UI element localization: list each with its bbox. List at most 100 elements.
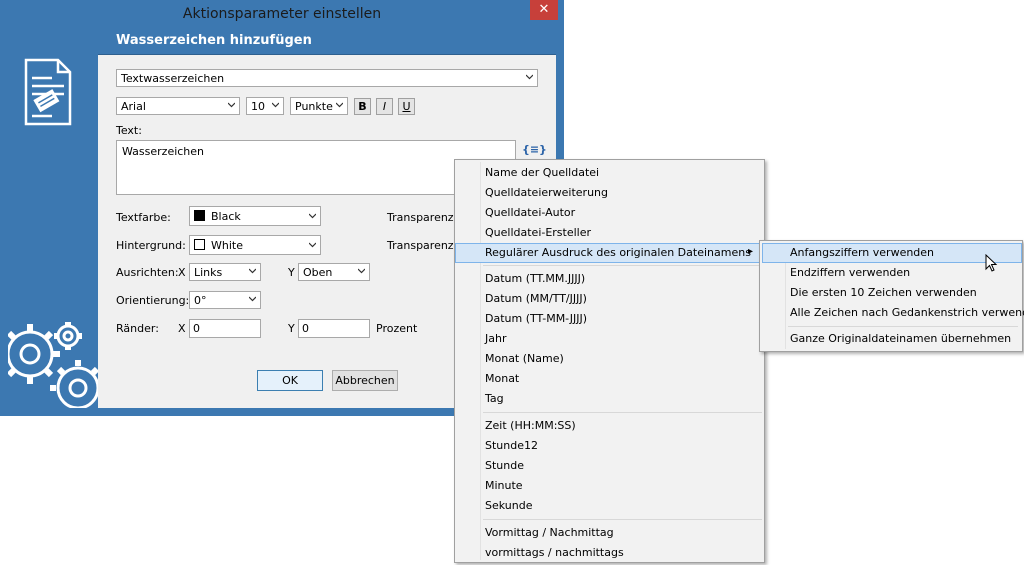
background-transparency-label: Transparenz:: [387, 239, 458, 252]
menu-item-label: Monat: [485, 372, 520, 385]
submenu-item[interactable]: Die ersten 10 Zeichen verwenden: [760, 283, 1022, 303]
menu-item[interactable]: Quelldatei-Autor: [455, 203, 764, 223]
menu-item-label: Tag: [485, 392, 504, 405]
font-size-select[interactable]: 10: [246, 97, 284, 115]
menu-item-label: Quelldateierweiterung: [485, 186, 609, 199]
ok-button[interactable]: OK: [257, 370, 323, 391]
background-color-value: White: [211, 239, 243, 252]
chevron-down-icon: [249, 296, 256, 302]
font-family-value: Arial: [121, 100, 146, 113]
orientation-value: 0°: [194, 294, 207, 307]
menu-item[interactable]: Jahr: [455, 329, 764, 349]
margin-y-value: 0: [302, 322, 309, 335]
margin-x-label: X: [178, 322, 186, 335]
dialog-heading: Wasserzeichen hinzufügen: [116, 33, 312, 48]
menu-item[interactable]: Monat: [455, 369, 764, 389]
background-color-select[interactable]: White: [189, 235, 321, 255]
menu-item-label: Regulärer Ausdruck des originalen Datein…: [485, 246, 751, 259]
menu-item[interactable]: Datum (TT-MM-JJJJ): [455, 309, 764, 329]
menu-item-regex-submenu[interactable]: Regulärer Ausdruck des originalen Datein…: [455, 243, 764, 263]
align-y-select[interactable]: Oben: [298, 263, 370, 281]
menu-item[interactable]: Monat (Name): [455, 349, 764, 369]
regex-submenu: Anfangsziffern verwenden Endziffern verw…: [759, 240, 1024, 352]
close-button[interactable]: ✕: [530, 0, 558, 20]
variables-context-menu: Name der Quelldatei Quelldateierweiterun…: [454, 159, 765, 563]
align-x-select[interactable]: Links: [189, 263, 261, 281]
italic-button[interactable]: I: [376, 98, 393, 115]
text-color-select[interactable]: Black: [189, 206, 321, 226]
margins-label: Ränder:: [116, 322, 159, 335]
menu-item-label: Monat (Name): [485, 352, 564, 365]
menu-item-label: Name der Quelldatei: [485, 166, 600, 179]
chevron-down-icon: [228, 102, 235, 108]
chevron-down-icon: [336, 102, 343, 108]
menu-item-label: Datum (MM/TT/JJJJ): [485, 292, 587, 305]
menu-item-label: Zeit (HH:MM:SS): [485, 419, 576, 432]
menu-item[interactable]: Sekunde: [455, 496, 764, 516]
menu-item-label: Stunde: [485, 459, 524, 472]
margin-x-value: 0: [193, 322, 200, 335]
menu-item[interactable]: Minute: [455, 476, 764, 496]
menu-item[interactable]: Stunde12: [455, 436, 764, 456]
dialog-header: Wasserzeichen hinzufügen: [98, 28, 556, 55]
menu-item[interactable]: Datum (MM/TT/JJJJ): [455, 289, 764, 309]
menu-item[interactable]: Datum (TT.MM.JJJJ): [455, 269, 764, 289]
menu-item-label: Alle Zeichen nach Gedankenstrich verwend…: [790, 306, 1024, 319]
menu-item[interactable]: vormittags / nachmittags: [455, 543, 764, 563]
menu-item[interactable]: Vormittag / Nachmittag: [455, 523, 764, 543]
color-swatch: [194, 210, 205, 221]
chevron-down-icon: [309, 213, 316, 219]
menu-item-label: Anfangsziffern verwenden: [790, 246, 935, 259]
orientation-label: Orientierung:: [116, 294, 190, 307]
underline-button[interactable]: U: [398, 98, 415, 115]
menu-item-label: Die ersten 10 Zeichen verwenden: [790, 286, 977, 299]
text-color-value: Black: [211, 210, 241, 223]
text-label: Text:: [116, 124, 142, 137]
background-label: Hintergrund:: [116, 239, 186, 252]
menu-item-label: Quelldatei-Ersteller: [485, 226, 592, 239]
menu-item[interactable]: Quelldatei-Ersteller: [455, 223, 764, 243]
submenu-item-leading-digits[interactable]: Anfangsziffern verwenden: [762, 243, 1022, 263]
menu-item-label: Ganze Originaldateinamen übernehmen: [790, 332, 1012, 345]
menu-item-label: vormittags / nachmittags: [485, 546, 624, 559]
menu-separator: [483, 519, 762, 520]
watermark-type-select[interactable]: Textwasserzeichen: [116, 69, 538, 87]
margin-y-input[interactable]: 0: [298, 319, 370, 338]
title-bar[interactable]: Aktionsparameter einstellen ✕: [0, 0, 564, 28]
orientation-select[interactable]: 0°: [189, 291, 261, 309]
insert-variable-icon[interactable]: {≡}: [522, 143, 547, 156]
side-panel: [8, 28, 98, 408]
menu-item-label: Sekunde: [485, 499, 533, 512]
margin-y-label: Y: [288, 322, 295, 335]
menu-item[interactable]: Name der Quelldatei: [455, 163, 764, 183]
text-color-label: Textfarbe:: [116, 211, 171, 224]
submenu-item[interactable]: Ganze Originaldateinamen übernehmen: [760, 329, 1022, 349]
align-x-label: X: [178, 266, 186, 279]
font-size-value: 10: [251, 100, 265, 113]
menu-separator: [483, 412, 762, 413]
menu-item[interactable]: Zeit (HH:MM:SS): [455, 416, 764, 436]
menu-item-label: Quelldatei-Autor: [485, 206, 576, 219]
cancel-button[interactable]: Abbrechen: [332, 370, 398, 391]
menu-item-label: Endziffern verwenden: [790, 266, 911, 279]
font-unit-select[interactable]: Punkte: [290, 97, 348, 115]
bold-button[interactable]: B: [354, 98, 371, 115]
align-y-label: Y: [288, 266, 295, 279]
submenu-item[interactable]: Alle Zeichen nach Gedankenstrich verwend…: [760, 303, 1024, 323]
margin-x-input[interactable]: 0: [189, 319, 261, 338]
chevron-down-icon: [249, 268, 256, 274]
menu-item[interactable]: Stunde: [455, 456, 764, 476]
menu-item[interactable]: Tag: [455, 389, 764, 409]
align-label: Ausrichten:: [116, 266, 179, 279]
menu-item-label: Jahr: [485, 332, 507, 345]
menu-item-label: Minute: [485, 479, 523, 492]
menu-item[interactable]: Quelldateierweiterung: [455, 183, 764, 203]
text-transparency-label: Transparenz:: [387, 211, 458, 224]
submenu-item[interactable]: Endziffern verwenden: [760, 263, 1022, 283]
align-x-value: Links: [194, 266, 223, 279]
font-family-select[interactable]: Arial: [116, 97, 240, 115]
color-swatch: [194, 239, 205, 250]
window-title: Aktionsparameter einstellen: [182, 6, 382, 22]
watermark-text-value: Wasserzeichen: [122, 145, 205, 158]
menu-item-label: Stunde12: [485, 439, 538, 452]
